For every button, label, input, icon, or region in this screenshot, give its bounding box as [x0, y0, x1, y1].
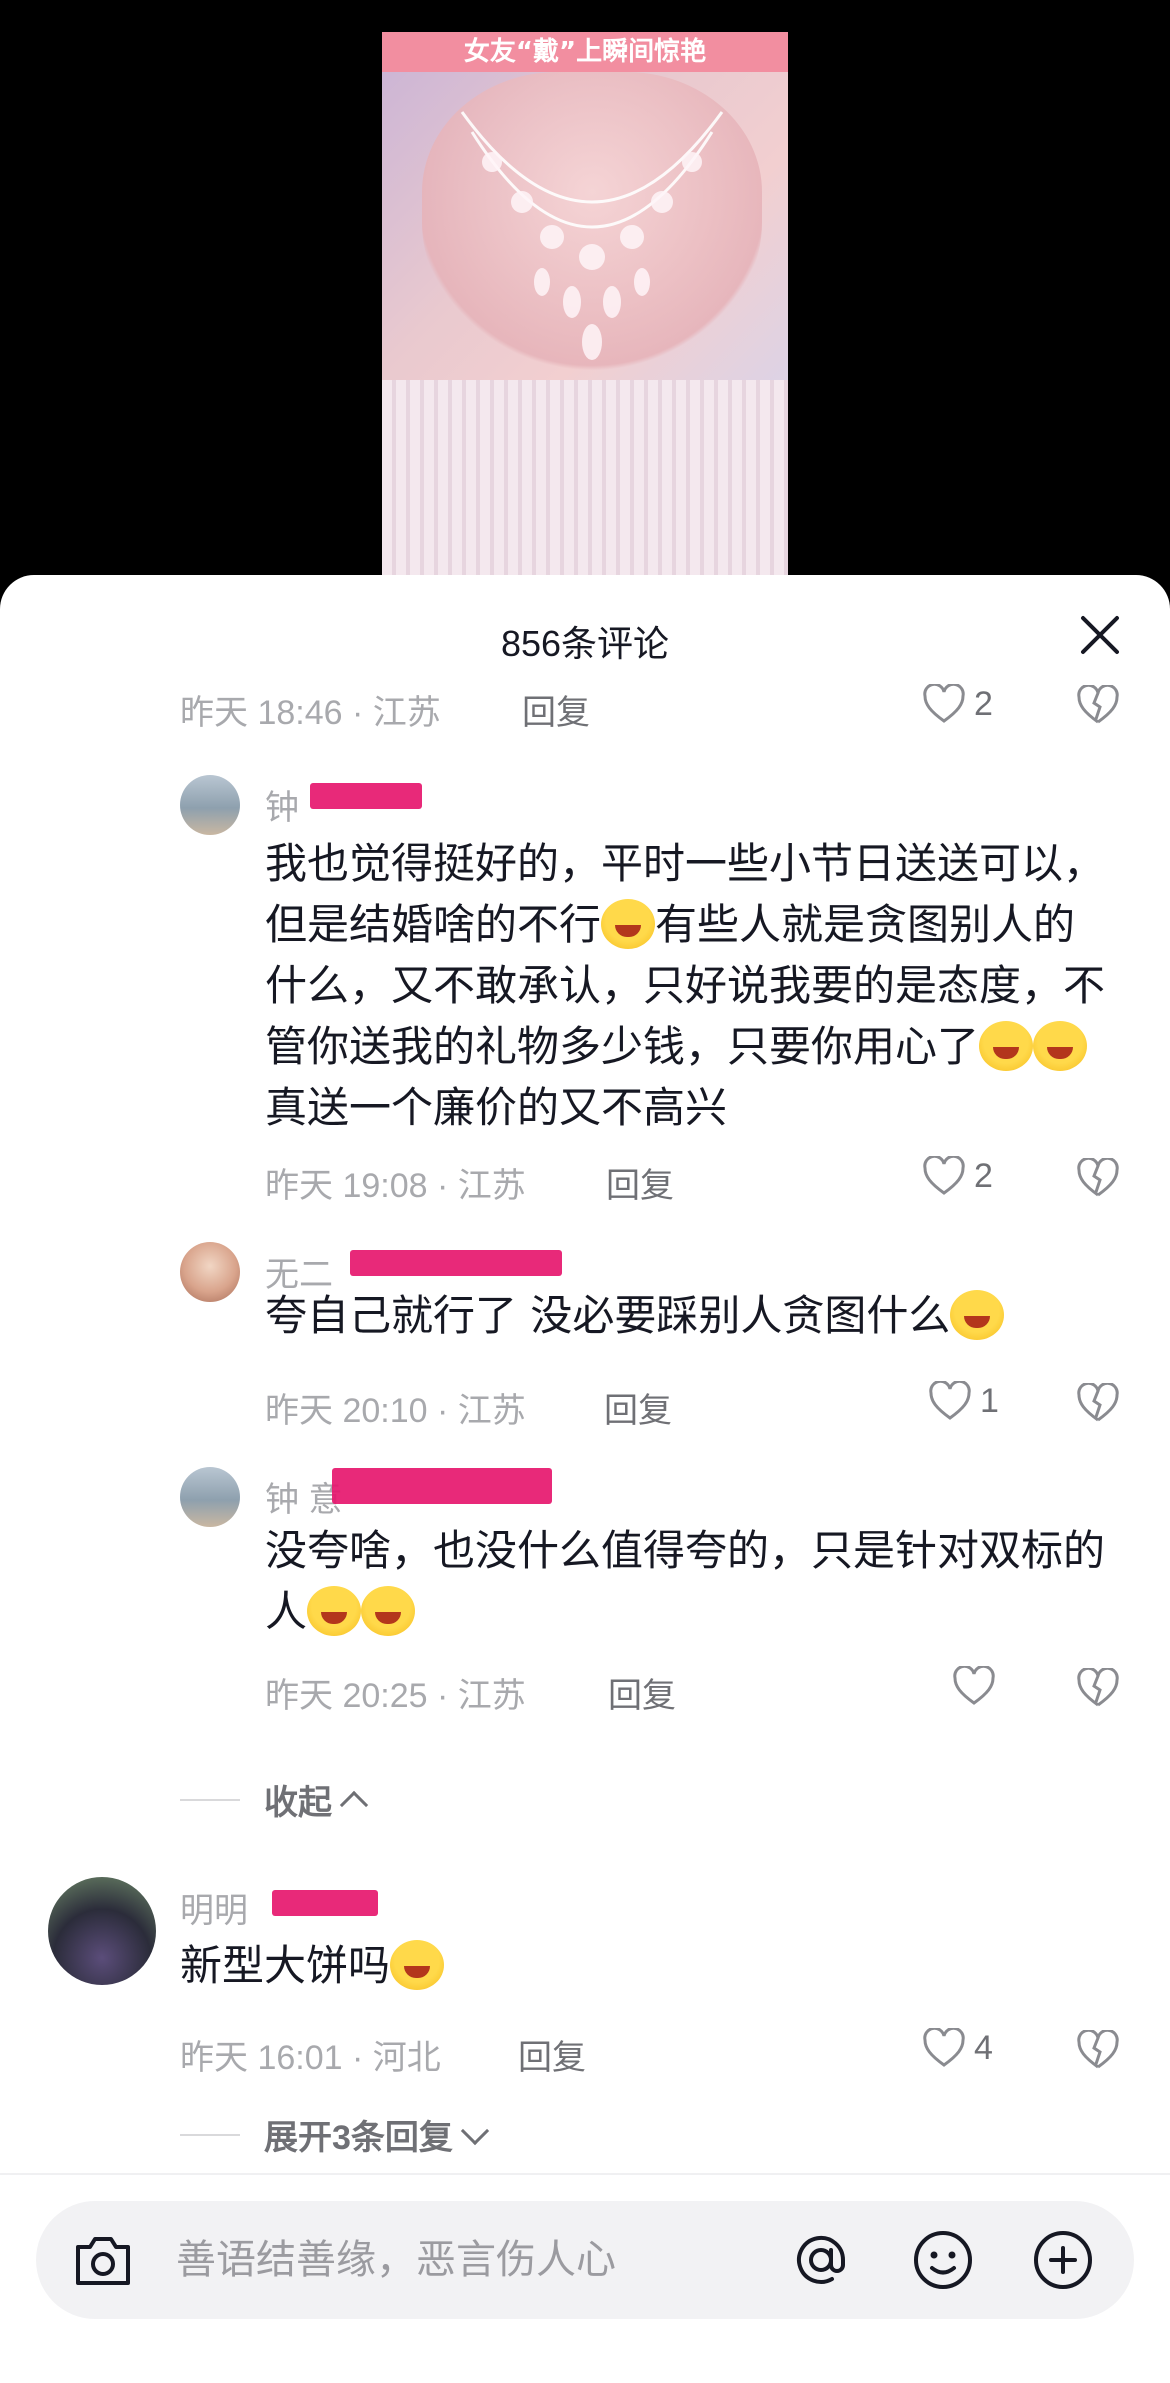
like-count: 1	[980, 1381, 999, 1420]
sigh-emoji-icon	[950, 1290, 1005, 1340]
video-thumbnail[interactable]: 女友“戴”上瞬间惊艳	[382, 32, 788, 580]
avatar[interactable]	[180, 1242, 240, 1302]
redaction-mark	[272, 1890, 378, 1916]
redaction-mark	[350, 1250, 562, 1276]
comment-text: 夸自己就行了 没必要踩别人贪图什么	[265, 1285, 1145, 1346]
comment-author[interactable]: 钟 意	[265, 1472, 342, 1521]
heart-icon	[923, 2028, 965, 2067]
comment-text: 我也觉得挺好的，平时一些小节日送送可以，但是结婚啥的不行 有些人就是贪图别人的什么…	[265, 839, 1106, 1132]
like-count: 4	[974, 2028, 993, 2067]
like-button[interactable]	[952, 1663, 1004, 1709]
reply-button[interactable]: 回复	[518, 2030, 586, 2079]
at-icon[interactable]	[788, 2227, 854, 2293]
comment-sheet: 856条评论 昨天 18:46 · 江苏 回复 2 钟 我也觉得挺好的，平时一些…	[0, 575, 1170, 2383]
comment-meta: 昨天 20:10 · 江苏	[265, 1392, 526, 1430]
broken-heart-icon[interactable]	[1076, 2030, 1120, 2070]
like-button[interactable]: 2	[922, 1153, 993, 1199]
avatar[interactable]	[48, 1877, 156, 1985]
laugh-emoji-icon	[979, 1021, 1034, 1071]
collapse-replies-button[interactable]: 收起	[180, 1775, 369, 1824]
crying-emoji-icon	[361, 1586, 416, 1636]
necklace-graphic	[460, 111, 724, 360]
emoji-icon[interactable]	[910, 2227, 976, 2293]
redaction-mark	[332, 1468, 552, 1504]
like-button[interactable]: 2	[922, 681, 993, 727]
broken-heart-icon[interactable]	[1076, 685, 1120, 725]
rofl-emoji-icon	[390, 1940, 445, 1990]
comment-input[interactable]	[176, 2201, 776, 2319]
avatar[interactable]	[180, 1467, 240, 1527]
heart-icon	[923, 1156, 965, 1195]
heart-icon	[923, 684, 965, 723]
camera-icon[interactable]	[72, 2231, 134, 2289]
crying-emoji-icon	[307, 1586, 362, 1636]
like-count: 2	[974, 684, 993, 723]
heart-icon	[929, 1381, 971, 1420]
redaction-mark	[310, 783, 422, 809]
comment-meta: 昨天 19:08 · 江苏	[265, 1167, 526, 1205]
broken-heart-icon[interactable]	[1076, 1383, 1120, 1423]
rofl-emoji-icon	[601, 899, 656, 949]
video-banner: 女友“戴”上瞬间惊艳	[382, 32, 788, 72]
close-icon[interactable]	[1078, 613, 1122, 657]
comment-meta: 昨天 16:01 · 河北	[180, 2039, 441, 2077]
reply-button[interactable]: 回复	[522, 685, 590, 734]
reply-button[interactable]: 回复	[604, 1383, 672, 1432]
comment-meta: 昨天 18:46 · 江苏	[180, 694, 441, 732]
reply-button[interactable]: 回复	[608, 1668, 676, 1717]
heart-icon	[953, 1666, 995, 1705]
comment-text: 新型大饼吗	[180, 1935, 1080, 1996]
avatar[interactable]	[180, 775, 240, 835]
expand-label: 展开3条回复	[264, 2119, 453, 2157]
like-count: 2	[974, 1156, 993, 1195]
video-fabric	[382, 380, 788, 580]
comment-meta: 昨天 20:25 · 江苏	[265, 1677, 526, 1715]
comment-author[interactable]: 钟	[265, 780, 299, 829]
comment-author[interactable]: 明明	[180, 1883, 248, 1932]
comment-input-box[interactable]	[36, 2201, 1134, 2319]
divider	[180, 1798, 240, 1801]
laugh-emoji-icon	[1033, 1021, 1088, 1071]
divider	[180, 2133, 240, 2136]
plus-icon[interactable]	[1030, 2227, 1096, 2293]
expand-replies-button[interactable]: 展开3条回复	[180, 2110, 490, 2159]
like-button[interactable]: 4	[922, 2025, 993, 2071]
collapse-label: 收起	[264, 1784, 332, 1822]
comment-input-bar	[0, 2173, 1170, 2383]
comment-text: 没夸啥，也没什么值得夸的，只是针对双标的人	[265, 1526, 1106, 1636]
broken-heart-icon[interactable]	[1076, 1158, 1120, 1198]
reply-button[interactable]: 回复	[606, 1158, 674, 1207]
like-button[interactable]: 1	[928, 1378, 999, 1424]
video-player[interactable]: 女友“戴”上瞬间惊艳	[0, 0, 1170, 600]
chevron-up-icon	[339, 1790, 369, 1819]
comment-count-title: 856条评论	[500, 623, 670, 664]
broken-heart-icon[interactable]	[1076, 1668, 1120, 1708]
chevron-down-icon	[460, 2116, 490, 2145]
